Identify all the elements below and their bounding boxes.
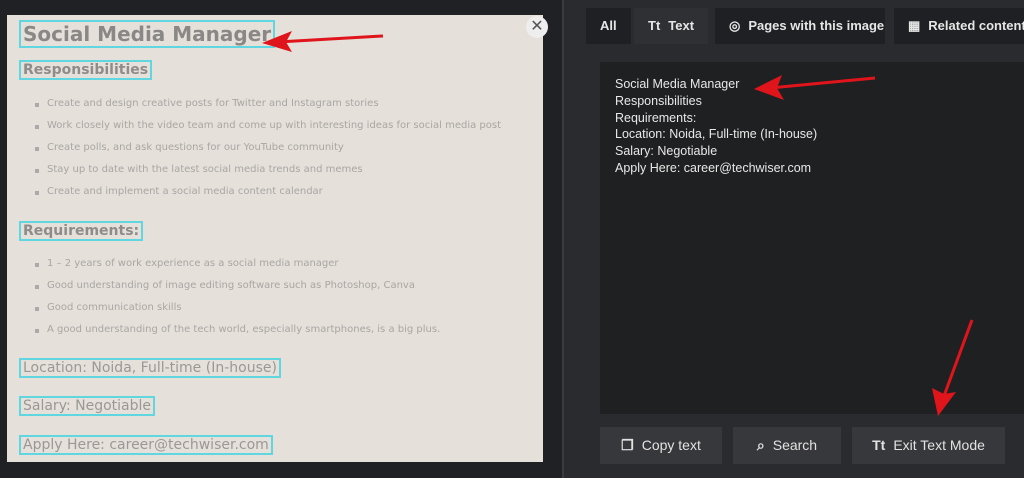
search-button[interactable]: ⌕ Search	[733, 427, 841, 464]
lens-panel: All Tt Text ◎ Pages with this image ▦ Relat…	[564, 0, 1024, 478]
image-viewer: Social Media Manager Responsibilities Cr…	[0, 0, 562, 478]
responsibilities-list: Create and design creative posts for Twi…	[35, 93, 501, 203]
button-label: Exit Text Mode	[893, 437, 985, 453]
list-item: Good understanding of image editing soft…	[35, 275, 440, 297]
text-line: Apply Here: career@techwiser.com	[615, 160, 812, 175]
salary-text[interactable]: Salary: Negotiable	[19, 396, 156, 416]
text-line: Salary: Negotiable	[615, 144, 718, 159]
tab-related[interactable]: ▦ Related content	[894, 8, 1024, 44]
exit-text-mode-button[interactable]: Tt Exit Text Mode	[852, 427, 1005, 464]
tab-label: Pages with this image	[748, 18, 885, 33]
tab-label: Related content	[928, 18, 1024, 33]
text-line: Location: Noida, Full-time (In-house)	[615, 127, 818, 142]
tab-label: All	[600, 18, 617, 33]
copy-icon: ❐	[621, 437, 634, 453]
tab-text[interactable]: Tt Text	[634, 8, 708, 44]
list-item: Create and design creative posts for Twi…	[35, 93, 501, 115]
apply-text[interactable]: Apply Here: career@techwiser.com	[19, 435, 273, 455]
search-icon: ⌕	[756, 437, 765, 453]
tab-all[interactable]: All	[586, 8, 631, 44]
text-icon: Tt	[872, 437, 886, 453]
text-line: Requirements:	[615, 110, 697, 125]
button-label: Search	[772, 437, 818, 453]
red-arrow-icon	[262, 31, 384, 52]
list-item: Stay up to date with the latest social m…	[35, 159, 501, 181]
text-icon: Tt	[648, 18, 661, 33]
tab-label: Text	[668, 18, 695, 33]
button-label: Copy text	[641, 437, 701, 453]
globe-icon: ◎	[729, 18, 741, 33]
requirements-list: 1 – 2 years of work experience as a soci…	[35, 253, 440, 341]
tab-pages[interactable]: ◎ Pages with this image	[715, 8, 885, 44]
list-item: Work closely with the video team and com…	[35, 115, 501, 137]
red-arrow-icon	[754, 75, 876, 100]
grid-icon: ▦	[908, 18, 921, 33]
list-item: A good understanding of the tech world, …	[35, 319, 440, 341]
list-item: Good communication skills	[35, 297, 440, 319]
location-text[interactable]: Location: Noida, Full-time (In-house)	[19, 358, 281, 378]
copy-text-button[interactable]: ❐ Copy text	[600, 427, 722, 464]
requirements-heading[interactable]: Requirements:	[19, 221, 144, 241]
close-icon[interactable]: ✕	[526, 16, 548, 38]
list-item: 1 – 2 years of work experience as a soci…	[35, 253, 440, 275]
selected-image: Social Media Manager Responsibilities Cr…	[7, 15, 543, 462]
list-item: Create and implement a social media cont…	[35, 181, 501, 203]
responsibilities-heading[interactable]: Responsibilities	[19, 60, 153, 80]
list-item: Create polls, and ask questions for our …	[35, 137, 501, 159]
image-title[interactable]: Social Media Manager	[19, 20, 276, 48]
red-arrow-icon	[932, 319, 974, 416]
